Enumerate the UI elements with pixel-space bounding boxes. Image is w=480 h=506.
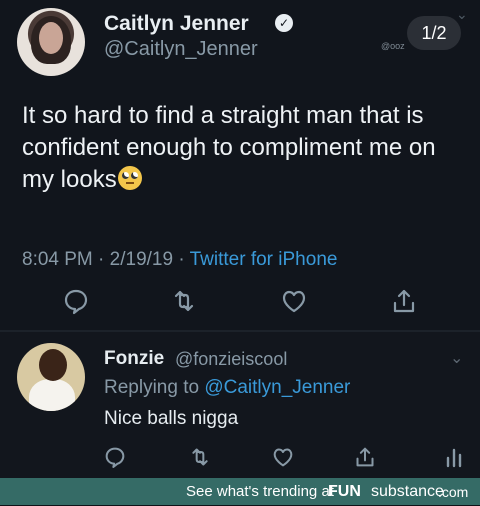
share-icon[interactable] xyxy=(386,283,422,319)
replying-to-label: Replying to xyxy=(104,377,200,398)
tweet-meta: 8:04 PM · 2/19/19 · Twitter for iPhone xyxy=(22,249,337,271)
chevron-down-icon[interactable]: ⌄ xyxy=(456,6,468,23)
handle[interactable]: @fonzieiscool xyxy=(175,349,287,370)
tweet-text: It so hard to find a straight man that i… xyxy=(22,100,462,196)
like-icon[interactable] xyxy=(276,283,312,319)
retweet-icon[interactable] xyxy=(185,442,215,472)
chevron-down-icon[interactable]: ⌄ xyxy=(450,348,463,368)
avatar[interactable] xyxy=(17,343,85,411)
footer-text: See what's trending at xyxy=(186,483,334,500)
tweet-source[interactable]: Twitter for iPhone xyxy=(190,249,338,270)
tweet-text-content: It so hard to find a straight man that i… xyxy=(22,102,436,193)
reply-icon[interactable] xyxy=(58,283,94,319)
footer-banner[interactable]: See what's trending at FUN substance .co… xyxy=(0,478,480,505)
replying-to: Replying to @Caitlyn_Jenner xyxy=(104,377,350,399)
handle[interactable]: @Caitlyn_Jenner xyxy=(104,38,258,61)
reply-icon[interactable] xyxy=(100,442,130,472)
analytics-icon[interactable] xyxy=(440,442,470,472)
reply-tweet: Fonzie @fonzieiscool ⌄ Replying to @Cait… xyxy=(0,332,480,478)
tweet-time: 8:04 PM xyxy=(22,249,93,270)
avatar[interactable] xyxy=(17,8,85,76)
retweet-icon[interactable] xyxy=(166,283,202,319)
footer-tld: .com xyxy=(438,484,469,500)
replying-to-handle[interactable]: @Caitlyn_Jenner xyxy=(204,377,350,398)
page-counter: 1/2 xyxy=(407,16,461,50)
meta-separator: · xyxy=(92,249,110,270)
main-tweet: Caitlyn Jenner ✓ @Caitlyn_Jenner @ooz 1/… xyxy=(0,0,480,330)
display-name[interactable]: Fonzie xyxy=(104,348,164,370)
footer-brand-suffix: substance xyxy=(371,483,444,500)
face-with-rolling-eyes-icon xyxy=(117,166,142,190)
reply-text: Nice balls nigga xyxy=(104,408,239,429)
tweet-actions xyxy=(0,283,480,319)
meta-separator: · xyxy=(173,249,190,270)
tweet-date[interactable]: 2/19/19 xyxy=(110,249,173,270)
like-icon[interactable] xyxy=(268,442,298,472)
display-name[interactable]: Caitlyn Jenner xyxy=(104,12,249,36)
footer-brand: FUN xyxy=(328,483,361,500)
watermark: @ooz xyxy=(381,41,405,51)
verified-icon: ✓ xyxy=(275,14,293,32)
share-icon[interactable] xyxy=(350,442,380,472)
reply-actions xyxy=(0,442,480,472)
